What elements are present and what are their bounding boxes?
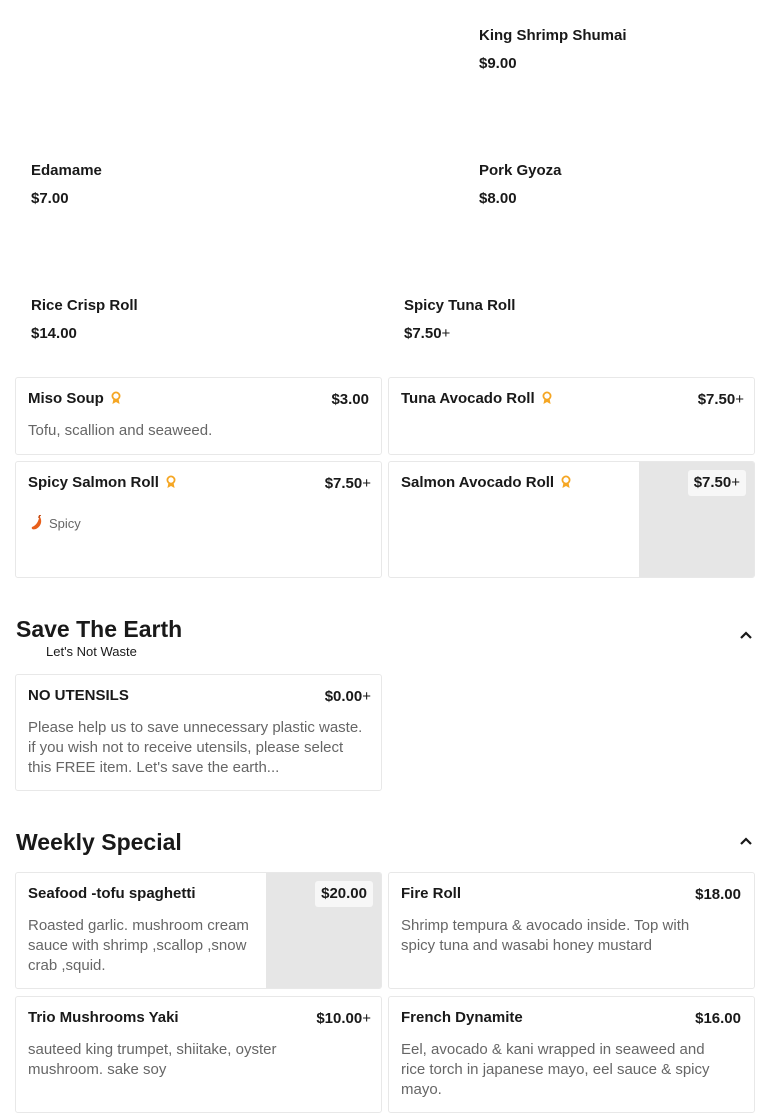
item-name: Pork Gyoza [479,162,562,179]
item-price: $3.00 [331,391,369,408]
featured-item[interactable]: Pork Gyoza $8.00 [474,155,562,220]
featured-item[interactable]: King Shrimp Shumai $9.00 [474,20,627,85]
menu-item-card[interactable]: Tuna Avocado Roll $7.50+ [388,377,755,455]
chevron-up-icon[interactable] [738,627,754,643]
menu-item-card[interactable]: Spicy Salmon Roll $7.50+ Spicy [15,461,382,578]
item-title: Trio Mushrooms Yaki [28,1009,179,1026]
item-price: $7.50+ [324,475,371,492]
menu-item-card[interactable]: Salmon Avocado Roll $7.50+ [388,461,755,578]
spicy-tag: Spicy [30,514,81,532]
item-price: $14.00 [31,325,77,342]
item-title: French Dynamite [401,1009,523,1026]
item-description: Eel, avocado & kani wrapped in seaweed a… [401,1041,710,1098]
item-price: $18.00 [695,886,741,903]
featured-item[interactable]: Rice Crisp Roll $14.00 [26,290,138,355]
item-price: $16.00 [695,1010,741,1027]
item-price: $0.00+ [324,688,371,705]
item-price: $7.50+ [697,391,744,408]
menu-item-card[interactable]: Fire Roll $18.00 Shrimp tempura & avocad… [388,872,755,989]
item-title: Spicy Salmon Roll [28,474,177,492]
award-ribbon-icon [166,475,176,488]
item-price: $8.00 [479,190,517,207]
award-ribbon-icon [542,391,552,404]
item-title: Miso Soup [28,390,122,408]
item-price: $7.50+ [404,325,451,342]
item-name: Spicy Tuna Roll [404,297,516,314]
item-title: Tuna Avocado Roll [401,390,553,408]
menu-item-card[interactable]: Seafood -tofu spaghetti Roasted garlic. … [15,872,382,989]
item-description: Tofu, scallion and seaweed. [28,422,213,439]
item-name: King Shrimp Shumai [479,27,627,44]
item-title: NO UTENSILS [28,687,129,704]
chevron-up-icon[interactable] [738,833,754,849]
item-title: Seafood -tofu spaghetti [28,885,196,902]
menu-item-card[interactable]: NO UTENSILS $0.00+ Please help us to sav… [15,674,382,791]
item-name: Edamame [31,162,102,179]
menu-item-card[interactable]: French Dynamite $16.00 Eel, avocado & ka… [388,996,755,1113]
section-subtitle: Let's Not Waste [46,644,137,659]
item-price: $7.50+ [687,470,746,496]
item-description: Roasted garlic. mushroom cream sauce wit… [28,917,249,974]
item-price: $10.00+ [316,1010,371,1027]
item-description: Please help us to save unnecessary plast… [28,719,363,776]
menu-item-card[interactable]: Trio Mushrooms Yaki $10.00+ sauteed king… [15,996,382,1113]
section-title: Weekly Special [16,829,182,855]
menu-item-card[interactable]: Miso Soup $3.00 Tofu, scallion and seawe… [15,377,382,455]
featured-item[interactable]: Spicy Tuna Roll $7.50+ [399,290,516,355]
featured-item[interactable]: Edamame $7.00 [26,155,105,220]
item-description: sauteed king trumpet, shiitake, oyster m… [28,1041,277,1078]
item-description: Shrimp tempura & avocado inside. Top wit… [401,917,690,954]
award-ribbon-icon [111,391,121,404]
item-price: $7.00 [31,190,69,207]
item-price: $9.00 [479,55,517,72]
award-ribbon-icon [561,475,571,488]
item-name: Rice Crisp Roll [31,297,138,314]
item-price: $20.00 [315,881,373,907]
item-title: Fire Roll [401,885,462,902]
chili-pepper-icon [31,514,42,530]
item-title: Salmon Avocado Roll [401,474,572,492]
section-title: Save The Earth [16,616,183,642]
